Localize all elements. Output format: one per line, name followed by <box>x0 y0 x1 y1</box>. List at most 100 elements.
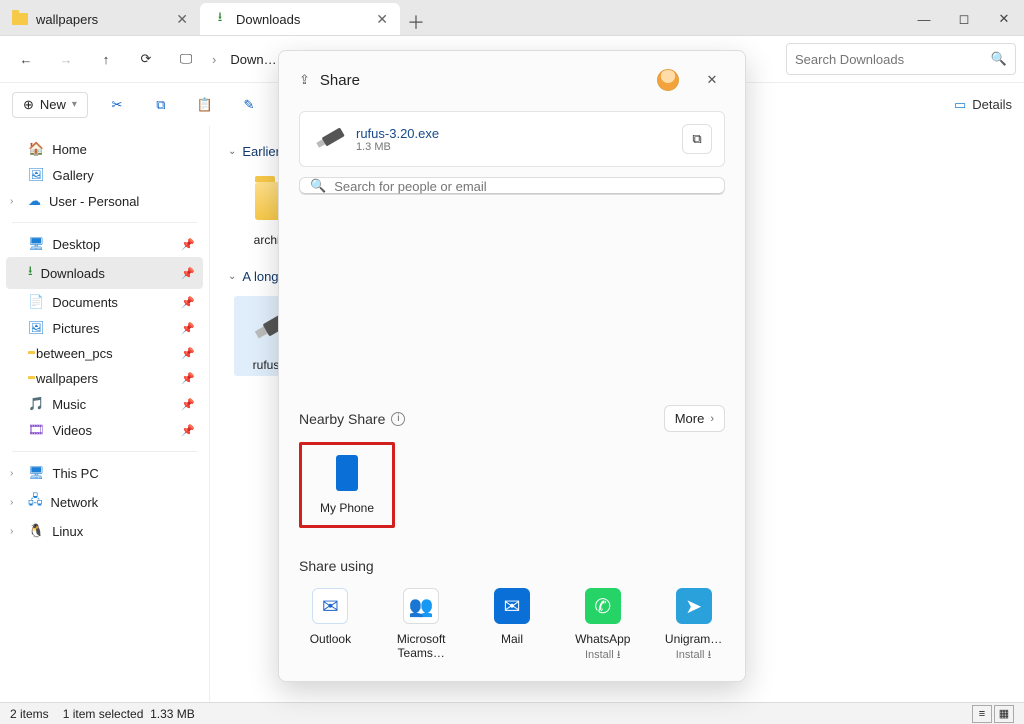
sidebar-item-wallpapers[interactable]: wallpapers📌 <box>6 366 203 391</box>
share-app-mail[interactable]: ✉ Mail <box>481 588 544 665</box>
up-button[interactable]: ↑ <box>88 41 124 77</box>
videos-icon: 🎞 <box>28 422 45 438</box>
pictures-icon: 🖼 <box>28 320 45 336</box>
details-icon: ▭ <box>954 97 966 113</box>
chevron-right-icon[interactable]: › <box>10 526 13 537</box>
rename-button[interactable]: ✎ <box>234 90 264 120</box>
share-using-label: Share using <box>299 558 725 574</box>
search-icon[interactable]: 🔍 <box>991 51 1007 67</box>
pin-icon: 📌 <box>181 398 195 411</box>
close-icon[interactable]: ✕ <box>376 11 388 28</box>
sidebar-item-label: Gallery <box>53 168 94 183</box>
share-header: ⇪ Share ✕ <box>299 67 725 93</box>
paste-button[interactable]: 📋 <box>190 90 220 120</box>
separator <box>12 222 197 223</box>
status-bar: 2 items 1 item selected 1.33 MB ≡ ▦ <box>0 702 1024 724</box>
search-box[interactable]: 🔍 <box>786 43 1016 75</box>
sidebar-item-label: Documents <box>52 295 118 310</box>
tab-label: Downloads <box>236 12 300 27</box>
share-search-input[interactable] <box>334 179 714 194</box>
details-view-button[interactable]: ≡ <box>972 705 992 723</box>
share-title: Share <box>320 72 360 89</box>
sidebar-item-pictures[interactable]: 🖼Pictures📌 <box>6 315 203 341</box>
share-search-box[interactable]: 🔍 <box>299 177 725 195</box>
share-app-outlook[interactable]: ✉ Outlook <box>299 588 362 665</box>
tab-wallpapers[interactable]: wallpapers ✕ <box>0 3 200 35</box>
status-item-count: 2 items <box>10 707 49 721</box>
sidebar-item-videos[interactable]: 🎞Videos📌 <box>6 417 203 443</box>
nearby-more-button[interactable]: More › <box>664 405 725 432</box>
app-sublabel: Install ⭳ <box>676 646 712 665</box>
icons-view-button[interactable]: ▦ <box>994 705 1014 723</box>
share-apps-row: ✉ Outlook 👥 Microsoft Teams… ✉ Mail ✆ Wh… <box>299 588 725 665</box>
pin-icon: 📌 <box>181 347 195 360</box>
forward-button[interactable]: → <box>48 41 84 77</box>
info-icon[interactable]: i <box>391 412 405 426</box>
sidebar-item-label: Videos <box>53 423 93 438</box>
documents-icon: 📄 <box>28 294 44 310</box>
nearby-share-label: Nearby Share <box>299 411 385 427</box>
share-app-unigram[interactable]: ➤ Unigram… Install ⭳ <box>662 588 725 665</box>
download-icon: ⭳ <box>212 11 228 27</box>
desktop-icon: 🖥 <box>28 236 45 252</box>
chevron-right-icon[interactable]: › <box>10 196 13 207</box>
share-app-teams[interactable]: 👥 Microsoft Teams… <box>390 588 453 665</box>
new-tab-button[interactable]: ＋ <box>400 9 432 35</box>
telegram-icon: ➤ <box>676 588 712 624</box>
user-avatar[interactable] <box>657 69 679 91</box>
share-flyout: ⇪ Share ✕ rufus-3.20.exe 1.3 MB ⧉ 🔍 Near… <box>278 50 746 682</box>
details-toggle[interactable]: ▭ Details <box>954 97 1012 113</box>
sidebar-item-label: Desktop <box>53 237 101 252</box>
device-label: My Phone <box>320 501 374 515</box>
cut-button[interactable]: ✂ <box>102 90 132 120</box>
sidebar-item-label: Music <box>52 397 86 412</box>
sidebar-item-music[interactable]: 🎵 Music 📌 <box>6 391 203 417</box>
chevron-down-icon: ⌄ <box>228 146 236 157</box>
breadcrumb-current[interactable]: Down… <box>224 48 282 71</box>
minimize-button[interactable]: ― <box>904 3 944 35</box>
sidebar-item-network[interactable]: ›🖧Network <box>6 486 203 518</box>
sidebar-item-gallery[interactable]: 🖼Gallery <box>6 162 203 188</box>
separator <box>12 451 197 452</box>
sidebar-item-desktop[interactable]: 🖥Desktop📌 <box>6 231 203 257</box>
chevron-right-icon[interactable]: › <box>10 468 13 479</box>
music-icon: 🎵 <box>28 396 44 412</box>
app-sublabel: Install ⭳ <box>585 646 621 665</box>
sidebar-item-this-pc[interactable]: ›🖥This PC <box>6 460 203 486</box>
chevron-right-icon[interactable]: › <box>10 497 13 508</box>
app-label: Outlook <box>310 632 351 646</box>
sidebar-item-label: Linux <box>52 524 83 539</box>
monitor-icon[interactable]: 🖵 <box>168 41 204 77</box>
sidebar-item-label: wallpapers <box>36 371 98 386</box>
pin-icon: 📌 <box>181 322 195 335</box>
chevron-down-icon: ▾ <box>72 99 77 110</box>
sidebar-item-onedrive[interactable]: ›☁User - Personal <box>6 188 203 214</box>
chevron-right-icon[interactable]: › <box>208 52 220 67</box>
sidebar-item-linux[interactable]: › 🐧 Linux <box>6 518 203 544</box>
new-button[interactable]: ⊕ New ▾ <box>12 92 88 118</box>
sidebar-item-label: Network <box>51 495 99 510</box>
tab-downloads[interactable]: ⭳ Downloads ✕ <box>200 3 400 35</box>
search-input[interactable] <box>795 52 985 67</box>
more-label: More <box>675 411 705 426</box>
copy-file-button[interactable]: ⧉ <box>682 124 712 154</box>
status-selection: 1 item selected 1.33 MB <box>63 707 195 721</box>
sidebar-item-home[interactable]: 🏠Home <box>6 136 203 162</box>
nearby-device-my-phone[interactable]: My Phone <box>299 442 395 528</box>
pc-icon: 🖥 <box>28 465 45 481</box>
close-window-button[interactable]: ✕ <box>984 3 1024 35</box>
back-button[interactable]: ← <box>8 41 44 77</box>
linux-icon: 🐧 <box>28 523 44 539</box>
copy-button[interactable]: ⧉ <box>146 90 176 120</box>
close-share-button[interactable]: ✕ <box>699 67 725 93</box>
maximize-button[interactable]: ◻ <box>944 3 984 35</box>
sidebar-item-downloads[interactable]: ⭳Downloads📌 <box>6 257 203 289</box>
sidebar-item-documents[interactable]: 📄Documents📌 <box>6 289 203 315</box>
folder-icon <box>12 11 28 27</box>
close-icon[interactable]: ✕ <box>176 11 188 28</box>
sidebar-item-between-pcs[interactable]: between_pcs📌 <box>6 341 203 366</box>
share-app-whatsapp[interactable]: ✆ WhatsApp Install ⭳ <box>571 588 634 665</box>
new-label: New <box>40 97 66 112</box>
sidebar-item-label: Home <box>52 142 87 157</box>
refresh-button[interactable]: ⟳ <box>128 41 164 77</box>
